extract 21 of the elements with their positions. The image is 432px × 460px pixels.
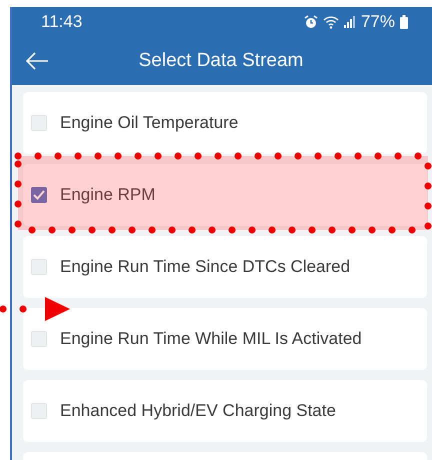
item-label: Engine Run Time Since DTCs Cleared	[60, 257, 350, 277]
pointer-arrow	[0, 297, 70, 321]
data-stream-item[interactable]: Enhanced Hybrid/EV Charging State	[23, 380, 427, 442]
signal-icon	[344, 16, 356, 28]
item-label: Engine Oil Temperature	[60, 113, 238, 133]
alarm-icon	[304, 15, 318, 29]
data-stream-item[interactable]: Engine Oil Temperature	[23, 92, 427, 154]
status-time: 11:43	[41, 12, 82, 32]
item-label: Engine Run Time While MIL Is Activated	[60, 329, 362, 349]
checkbox[interactable]	[31, 187, 47, 203]
screen-title: Select Data Stream	[138, 50, 304, 72]
back-arrow-icon	[25, 52, 49, 70]
data-stream-item[interactable]: Engine Run Time While MIL Is Activated	[23, 308, 427, 370]
back-button[interactable]	[24, 50, 50, 72]
item-label: Engine RPM	[60, 185, 156, 205]
battery-percent: 77%	[360, 12, 395, 32]
wifi-icon	[322, 16, 339, 28]
item-label: Enhanced Hybrid/EV Charging State	[60, 401, 336, 421]
data-stream-item[interactable]: Engine RPM	[23, 164, 427, 226]
data-stream-item[interactable]: Engine Run Time Since DTCs Cleared	[23, 236, 427, 298]
battery-icon	[400, 15, 408, 29]
